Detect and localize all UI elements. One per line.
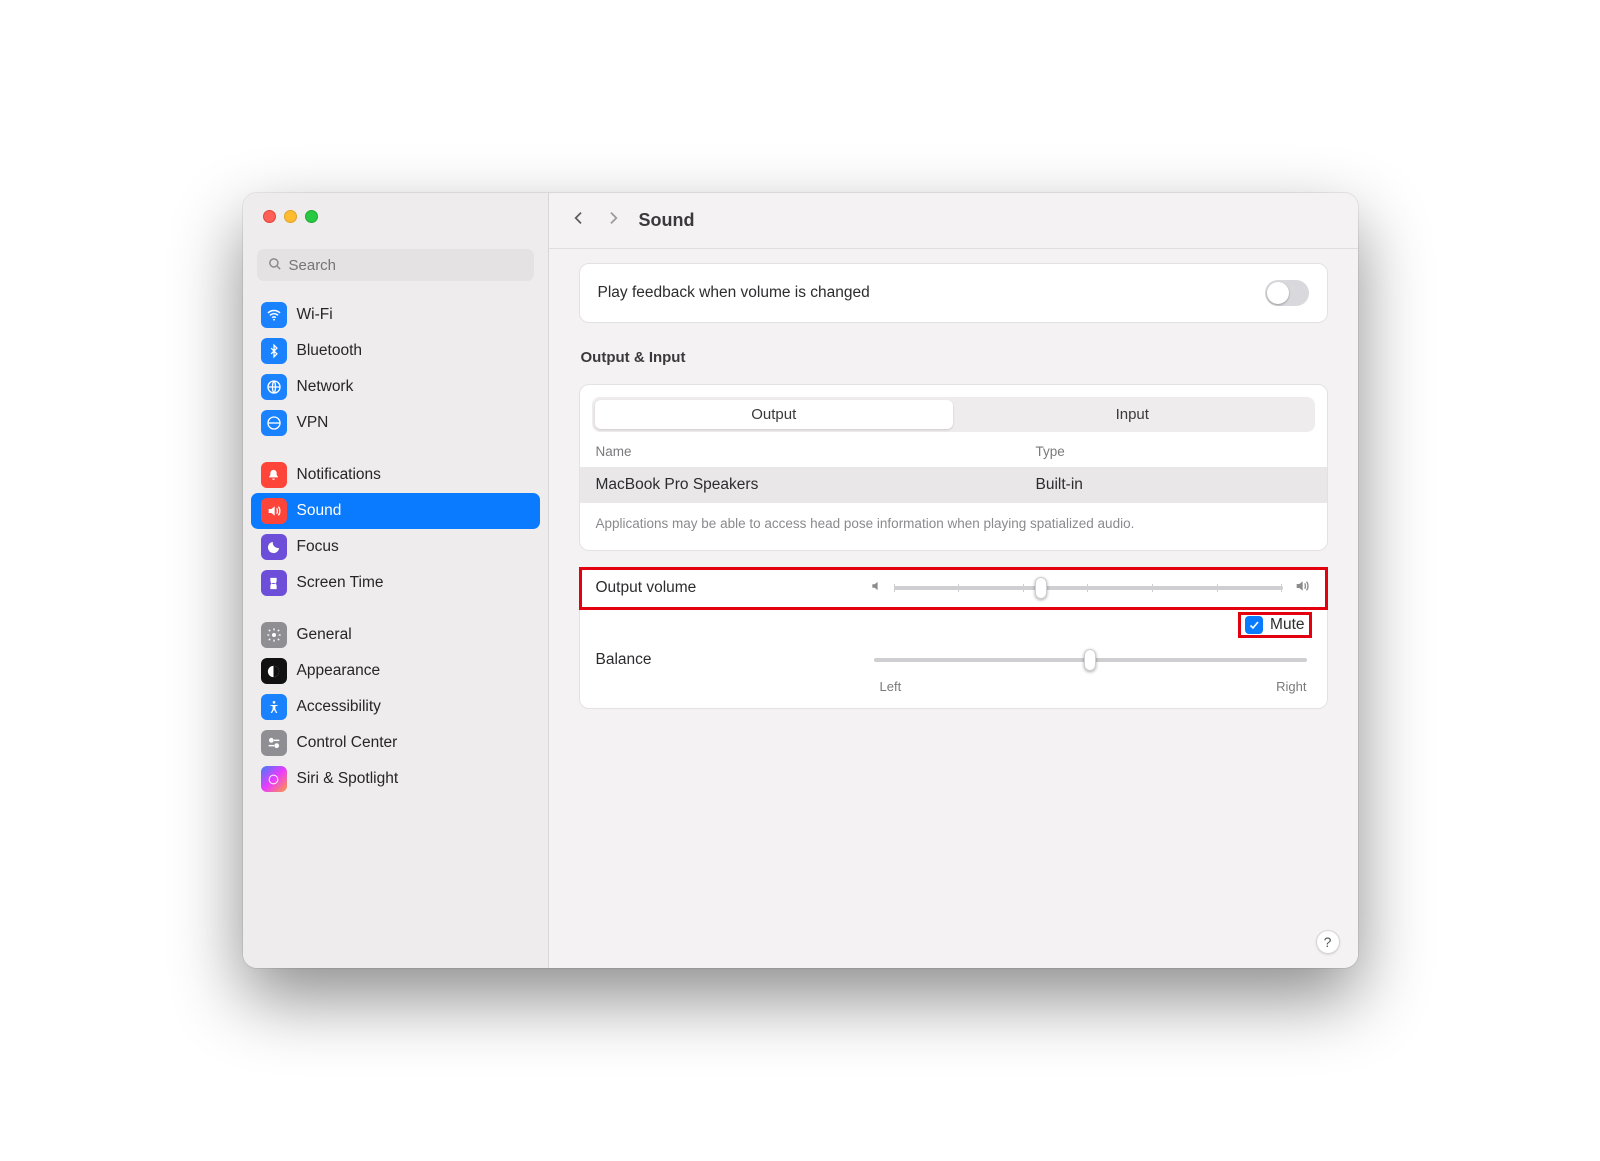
sound-icon [261, 498, 287, 524]
balance-right-label: Right [1276, 679, 1306, 694]
sidebar-item-notifications[interactable]: Notifications [251, 457, 540, 493]
mute-checkbox[interactable] [1245, 616, 1263, 634]
accessibility-icon [261, 694, 287, 720]
help-button[interactable]: ? [1316, 930, 1340, 954]
balance-legend: Left Right [580, 679, 1327, 708]
output-input-heading: Output & Input [581, 349, 1326, 366]
sidebar-item-label: Control Center [297, 734, 398, 752]
play-feedback-label: Play feedback when volume is changed [598, 284, 1249, 302]
zoom-window-button[interactable] [305, 210, 318, 223]
balance-row: Balance [580, 647, 1327, 679]
device-row[interactable]: MacBook Pro Speakers Built-in [580, 467, 1327, 503]
back-button[interactable] [571, 208, 587, 233]
close-window-button[interactable] [263, 210, 276, 223]
device-table-header: Name Type [580, 432, 1327, 467]
appearance-icon [261, 658, 287, 684]
sidebar-item-label: Notifications [297, 466, 381, 484]
output-input-tabs: Output Input [592, 397, 1315, 432]
sidebar-item-network[interactable]: Network [251, 369, 540, 405]
sidebar-item-label: Focus [297, 538, 339, 556]
volume-low-icon [870, 579, 884, 598]
sidebar-item-general[interactable]: General [251, 617, 540, 653]
focus-icon [261, 534, 287, 560]
general-icon [261, 622, 287, 648]
control-center-icon [261, 730, 287, 756]
output-input-card: Output Input Name Type MacBook Pro Speak… [579, 384, 1328, 551]
mute-label: Mute [1270, 616, 1304, 634]
sidebar-item-label: VPN [297, 414, 329, 432]
search-icon [267, 256, 282, 276]
forward-button[interactable] [605, 208, 621, 233]
wifi-icon [261, 302, 287, 328]
settings-window: Wi-Fi Bluetooth Network [243, 193, 1358, 968]
output-volume-row: Output volume [580, 568, 1327, 609]
volume-card: Output volume [579, 567, 1328, 709]
balance-slider[interactable] [874, 658, 1307, 662]
spatial-audio-hint: Applications may be able to access head … [580, 503, 1327, 550]
screen-time-icon [261, 570, 287, 596]
sidebar-item-label: Siri & Spotlight [297, 770, 399, 788]
sidebar-item-label: Accessibility [297, 698, 381, 716]
sidebar-item-label: Screen Time [297, 574, 384, 592]
tab-output[interactable]: Output [595, 400, 954, 429]
main-panel: Sound Play feedback when volume is chang… [549, 193, 1358, 968]
tab-input[interactable]: Input [953, 400, 1312, 429]
sidebar-item-focus[interactable]: Focus [251, 529, 540, 565]
output-volume-label: Output volume [596, 579, 856, 597]
sidebar-item-label: General [297, 626, 352, 644]
sidebar-item-label: Sound [297, 502, 342, 520]
sidebar-item-sound[interactable]: Sound [251, 493, 540, 529]
balance-left-label: Left [880, 679, 902, 694]
titlebar: Sound [549, 193, 1358, 249]
device-type: Built-in [1036, 476, 1311, 494]
siri-icon [261, 766, 287, 792]
balance-label: Balance [596, 651, 856, 669]
volume-high-icon [1293, 578, 1311, 599]
sidebar-item-screen-time[interactable]: Screen Time [251, 565, 540, 601]
col-type: Type [1036, 444, 1311, 459]
sidebar-item-label: Bluetooth [297, 342, 363, 360]
sidebar-item-siri-spotlight[interactable]: Siri & Spotlight [251, 761, 540, 797]
sidebar-item-appearance[interactable]: Appearance [251, 653, 540, 689]
page-title: Sound [639, 210, 695, 231]
window-controls [243, 193, 548, 241]
output-volume-slider[interactable] [894, 586, 1283, 590]
sidebar-item-accessibility[interactable]: Accessibility [251, 689, 540, 725]
sidebar-item-label: Wi-Fi [297, 306, 333, 324]
search-input[interactable] [257, 249, 534, 281]
sidebar-item-label: Network [297, 378, 354, 396]
sidebar-item-bluetooth[interactable]: Bluetooth [251, 333, 540, 369]
sidebar-item-label: Appearance [297, 662, 381, 680]
network-icon [261, 374, 287, 400]
sidebar: Wi-Fi Bluetooth Network [243, 193, 549, 968]
vpn-icon [261, 410, 287, 436]
play-feedback-card: Play feedback when volume is changed [579, 263, 1328, 323]
device-name: MacBook Pro Speakers [596, 476, 1036, 494]
sidebar-item-vpn[interactable]: VPN [251, 405, 540, 441]
play-feedback-toggle[interactable] [1265, 280, 1309, 306]
sidebar-item-wifi[interactable]: Wi-Fi [251, 297, 540, 333]
notifications-icon [261, 462, 287, 488]
bluetooth-icon [261, 338, 287, 364]
sidebar-item-control-center[interactable]: Control Center [251, 725, 540, 761]
col-name: Name [596, 444, 1036, 459]
mute-checkbox-row: Mute [1239, 613, 1310, 637]
minimize-window-button[interactable] [284, 210, 297, 223]
